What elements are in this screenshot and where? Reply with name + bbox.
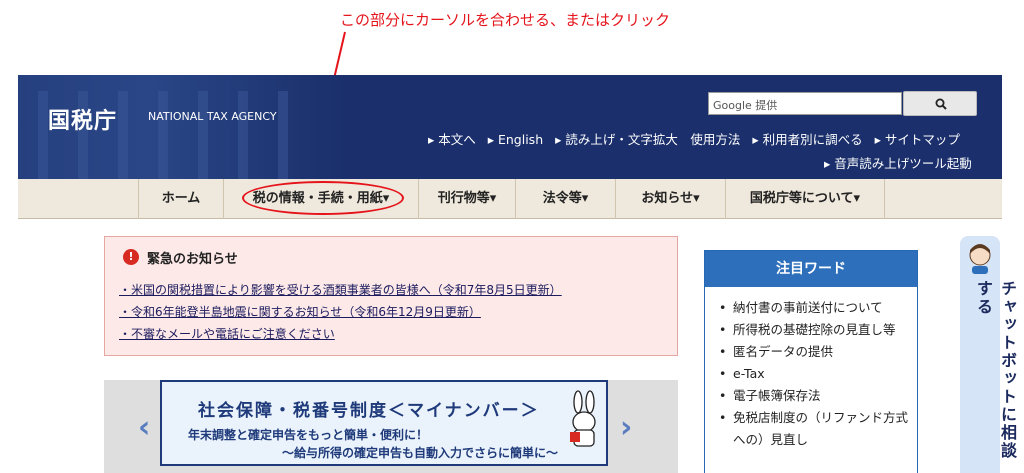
attention-word-item[interactable]: 免税店制度の（リファンド方式への）見直し <box>719 407 917 451</box>
chatbot-button[interactable]: チャットボットに相談する <box>960 236 1017 473</box>
link-english[interactable]: ▸ English <box>488 132 543 147</box>
alert-link-tariff[interactable]: ・米国の関税措置により影響を受ける酒類事業者の皆様へ（令和7年8月5日更新） <box>119 281 562 298</box>
alert-link-earthquake[interactable]: ・令和6年能登半島地震に関するお知らせ（令和6年12月9日更新） <box>119 303 481 320</box>
mascot-icon <box>570 390 596 447</box>
nav-publications[interactable]: 刊行物等▾ <box>418 179 515 219</box>
annotation-ellipse <box>242 181 404 215</box>
carousel-next-button[interactable]: › <box>620 410 632 445</box>
link-main-content[interactable]: ▸ 本文へ <box>428 132 476 147</box>
nav-about[interactable]: 国税庁等について▾ <box>725 179 885 219</box>
nav-laws[interactable]: 法令等▾ <box>515 179 615 219</box>
header-links: ▸ 本文へ ▸ English ▸ 読み上げ・文字拡大 使用方法 ▸ 利用者別に… <box>428 129 968 148</box>
nav-home[interactable]: ホーム <box>138 179 223 219</box>
attention-word-item[interactable]: 電子帳簿保存法 <box>719 385 917 407</box>
alert-title: 緊急のお知らせ <box>147 252 238 267</box>
global-nav: ホーム 税の情報・手続・用紙▾ 刊行物等▾ 法令等▾ お知らせ▾ 国税庁等につい… <box>18 179 1002 219</box>
site-logo-en: NATIONAL TAX AGENCY <box>148 110 277 123</box>
nav-news[interactable]: お知らせ▾ <box>615 179 725 219</box>
alert-icon: ! <box>123 249 139 265</box>
carousel-prev-button[interactable]: ‹ <box>138 410 150 445</box>
link-by-user[interactable]: ▸ 利用者別に調べる <box>752 132 862 147</box>
link-audio-tool[interactable]: ▸ 音声読み上げツール起動 <box>824 153 972 172</box>
link-sitemap[interactable]: ▸ サイトマップ <box>875 132 960 147</box>
search-button[interactable] <box>903 91 977 116</box>
site-logo[interactable]: 国税庁 <box>48 103 117 135</box>
carousel: ‹ 社会保障・税番号制度＜マイナンバー＞ 年末調整と確定申告をもっと簡単・便利に… <box>104 380 678 473</box>
attention-words-title: 注目ワード <box>705 251 917 287</box>
search-brand: Google 提供 <box>713 99 778 112</box>
attention-word-item[interactable]: 所得税の基礎控除の見直し等 <box>719 319 917 341</box>
emergency-notice: ! 緊急のお知らせ ・米国の関税措置により影響を受ける酒類事業者の皆様へ（令和7… <box>104 236 678 356</box>
attention-word-item[interactable]: e-Tax <box>719 363 917 385</box>
link-read-aloud[interactable]: ▸ 読み上げ・文字拡大 使用方法 <box>555 132 740 147</box>
attention-words: 注目ワード 納付書の事前送付について 所得税の基礎控除の見直し等 匿名データの提… <box>704 250 918 473</box>
mynumber-banner[interactable]: 社会保障・税番号制度＜マイナンバー＞ 年末調整と確定申告をもっと簡単・便利に！ … <box>160 380 608 466</box>
attention-word-item[interactable]: 納付書の事前送付について <box>719 297 917 319</box>
site-header: 国税庁 NATIONAL TAX AGENCY Google 提供 ▸ 本文へ … <box>18 75 1002 179</box>
search-input[interactable]: Google 提供 <box>708 92 902 115</box>
alert-link-scam[interactable]: ・不審なメールや電話にご注意ください <box>119 325 335 342</box>
search-icon <box>935 98 947 110</box>
attention-word-item[interactable]: 匿名データの提供 <box>719 341 917 363</box>
chatbot-label: チャットボットに相談する <box>974 280 1017 460</box>
annotation-text: この部分にカーソルを合わせる、またはクリック <box>340 11 671 29</box>
banner-subtitle-2: ～給与所得の確定申告も自動入力でさらに簡単に～ <box>282 446 559 460</box>
banner-subtitle: 年末調整と確定申告をもっと簡単・便利に！ <box>188 428 429 442</box>
chatbot-avatar-icon <box>969 244 991 274</box>
banner-title: 社会保障・税番号制度＜マイナンバー＞ <box>198 401 540 421</box>
